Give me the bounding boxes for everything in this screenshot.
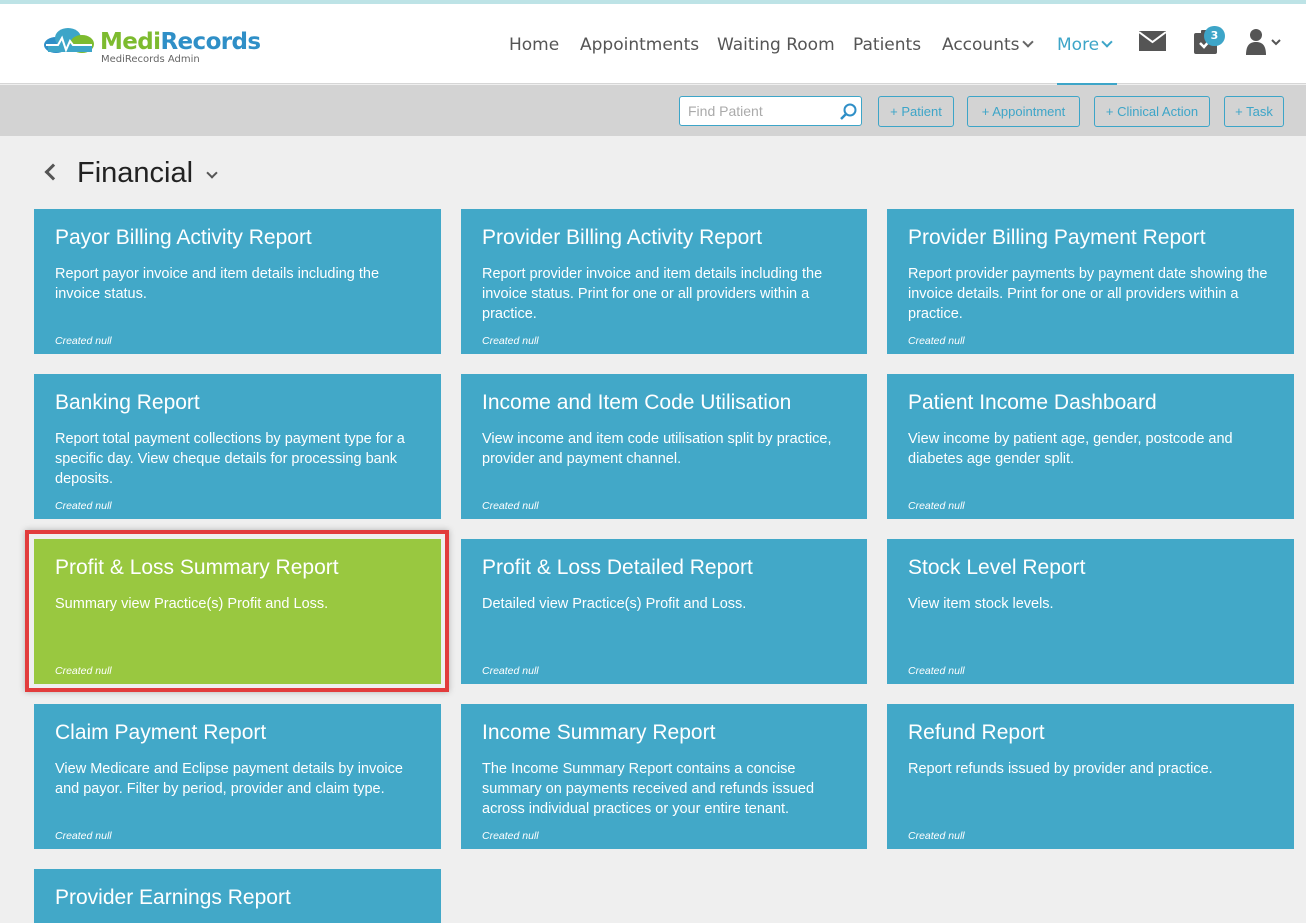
report-card-title: Banking Report xyxy=(55,391,200,414)
report-card-claim-payment[interactable]: Claim Payment Report View Medicare and E… xyxy=(34,704,441,849)
mail-icon[interactable] xyxy=(1138,31,1167,55)
report-card-provider-billing-activity[interactable]: Provider Billing Activity Report Report … xyxy=(461,209,867,354)
report-card-title: Payor Billing Activity Report xyxy=(55,226,312,249)
report-card-created: Created null xyxy=(482,665,539,677)
report-card-description: Summary view Practice(s) Profit and Loss… xyxy=(55,596,329,612)
medirecords-logo[interactable]: MediRecords MediRecords Admin xyxy=(42,26,262,71)
report-card-created: Created null xyxy=(908,830,965,842)
brand-subtitle: MediRecords Admin xyxy=(101,54,200,65)
search-icon[interactable] xyxy=(840,103,858,125)
report-card-title: Provider Billing Activity Report xyxy=(482,226,763,249)
report-card-description: View Medicare and Eclipse payment detail… xyxy=(55,761,403,797)
find-patient-search[interactable] xyxy=(679,96,862,126)
report-card-created: Created null xyxy=(55,665,112,677)
chevron-down-icon xyxy=(1021,36,1034,48)
report-card-provider-earnings[interactable]: Provider Earnings Report xyxy=(34,869,441,923)
report-card-title: Profit & Loss Summary Report xyxy=(55,556,339,579)
report-card-title: Income and Item Code Utilisation xyxy=(482,391,792,414)
report-card-description: View item stock levels. xyxy=(908,596,1054,612)
add-appointment-button[interactable]: + Appointment xyxy=(967,96,1080,127)
report-card-title: Claim Payment Report xyxy=(55,721,267,744)
report-card-description: View income by patient age, gender, post… xyxy=(908,431,1233,467)
brand-name: MediRecords xyxy=(100,29,261,55)
report-card-created: Created null xyxy=(908,500,965,512)
report-card-created: Created null xyxy=(55,335,112,347)
report-card-description: Report provider invoice and item details… xyxy=(482,266,823,322)
report-card-title: Income Summary Report xyxy=(482,721,716,744)
report-card-title: Profit & Loss Detailed Report xyxy=(482,556,753,579)
add-clinical-action-button[interactable]: + Clinical Action xyxy=(1094,96,1210,127)
chevron-down-icon[interactable] xyxy=(206,167,218,179)
report-card-income-item-code-utilisation[interactable]: Income and Item Code Utilisation View in… xyxy=(461,374,867,519)
top-navbar: MediRecords MediRecords Admin Home Appoi… xyxy=(0,4,1306,86)
add-patient-button[interactable]: + Patient xyxy=(878,96,954,127)
report-card-profit-loss-summary[interactable]: Profit & Loss Summary Report Summary vie… xyxy=(34,539,441,684)
report-card-title: Stock Level Report xyxy=(908,556,1086,579)
report-card-created: Created null xyxy=(482,500,539,512)
nav-appointments[interactable]: Appointments xyxy=(580,35,699,55)
user-icon[interactable] xyxy=(1245,28,1283,60)
report-card-profit-loss-detailed[interactable]: Profit & Loss Detailed Report Detailed v… xyxy=(461,539,867,684)
report-card-description: Report provider payments by payment date… xyxy=(908,266,1268,322)
cloud-logo-icon xyxy=(44,28,94,53)
nav-home[interactable]: Home xyxy=(509,35,559,55)
report-card-provider-billing-payment[interactable]: Provider Billing Payment Report Report p… xyxy=(887,209,1294,354)
nav-patients[interactable]: Patients xyxy=(853,35,921,55)
find-patient-input[interactable] xyxy=(688,101,833,121)
report-card-description: Detailed view Practice(s) Profit and Los… xyxy=(482,596,747,612)
nav-accounts[interactable]: Accounts xyxy=(942,35,1034,55)
nav-more[interactable]: More xyxy=(1057,35,1113,55)
report-card-payor-billing-activity[interactable]: Payor Billing Activity Report Report pay… xyxy=(34,209,441,354)
report-card-description: View income and item code utilisation sp… xyxy=(482,431,832,467)
report-card-created: Created null xyxy=(908,335,965,347)
chevron-down-icon xyxy=(1101,36,1113,48)
report-card-created: Created null xyxy=(482,830,539,842)
nav-waiting-room[interactable]: Waiting Room xyxy=(717,35,835,55)
report-card-title: Provider Billing Payment Report xyxy=(908,226,1206,249)
action-bar: + Patient + Appointment + Clinical Actio… xyxy=(0,85,1306,136)
report-card-created: Created null xyxy=(908,665,965,677)
back-chevron-icon[interactable] xyxy=(44,163,62,181)
report-card-refund[interactable]: Refund Report Report refunds issued by p… xyxy=(887,704,1294,849)
report-card-title: Refund Report xyxy=(908,721,1045,744)
report-card-title: Patient Income Dashboard xyxy=(908,391,1157,414)
report-card-income-summary[interactable]: Income Summary Report The Income Summary… xyxy=(461,704,867,849)
report-card-created: Created null xyxy=(482,335,539,347)
report-card-patient-income-dashboard[interactable]: Patient Income Dashboard View income by … xyxy=(887,374,1294,519)
report-card-created: Created null xyxy=(55,830,112,842)
add-task-button[interactable]: + Task xyxy=(1224,96,1284,127)
report-card-description: Report refunds issued by provider and pr… xyxy=(908,761,1213,777)
report-card-description: Report total payment collections by paym… xyxy=(55,431,405,487)
report-card-banking[interactable]: Banking Report Report total payment coll… xyxy=(34,374,441,519)
report-card-stock-level[interactable]: Stock Level Report View item stock level… xyxy=(887,539,1294,684)
report-card-description: The Income Summary Report contains a con… xyxy=(482,761,815,817)
page-title: Financial xyxy=(77,157,194,189)
tasks-count-badge: 3 xyxy=(1204,26,1225,46)
report-card-description: Report payor invoice and item details in… xyxy=(55,266,380,302)
report-card-created: Created null xyxy=(55,500,112,512)
report-card-title: Provider Earnings Report xyxy=(55,886,291,909)
